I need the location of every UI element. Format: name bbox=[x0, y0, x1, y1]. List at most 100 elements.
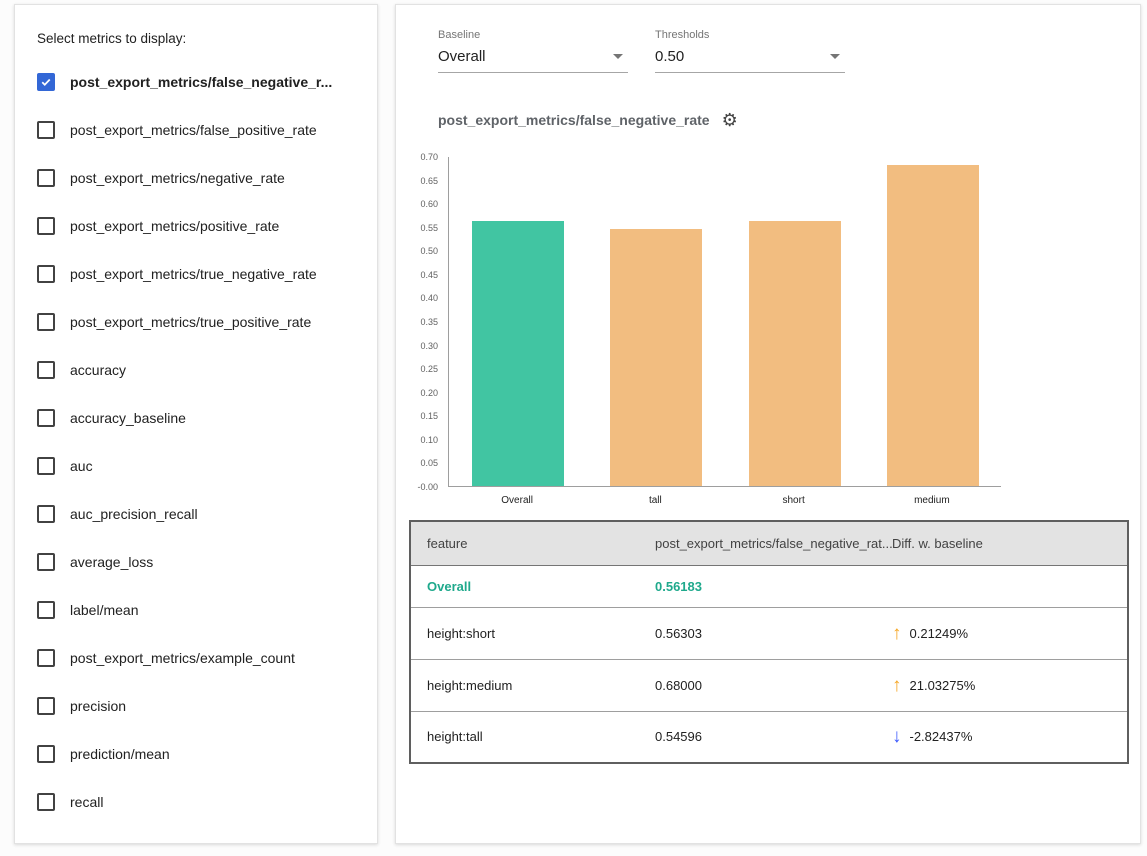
metric-item[interactable]: post_export_metrics/false_positive_rate bbox=[35, 106, 357, 154]
checkbox-icon[interactable] bbox=[37, 793, 55, 811]
metric-label: accuracy_baseline bbox=[70, 410, 186, 426]
metrics-table: featurepost_export_metrics/false_negativ… bbox=[409, 520, 1129, 764]
checkbox-icon[interactable] bbox=[37, 361, 55, 379]
metric-item[interactable]: post_export_metrics/positive_rate bbox=[35, 202, 357, 250]
metric-label: average_loss bbox=[70, 554, 153, 570]
feature-cell: Overall bbox=[410, 565, 639, 607]
metric-label: post_export_metrics/true_negative_rate bbox=[70, 266, 317, 282]
thresholds-value: 0.50 bbox=[655, 48, 684, 65]
diff-indicator: ↓ -2.82437% bbox=[892, 727, 972, 746]
metric-item[interactable]: precision bbox=[35, 682, 357, 730]
metric-selector-panel: Select metrics to display: post_export_m… bbox=[14, 4, 378, 844]
x-tick-label: tall bbox=[586, 495, 724, 506]
table-header-cell: post_export_metrics/false_negative_rat..… bbox=[639, 521, 876, 565]
chevron-down-icon bbox=[613, 54, 623, 59]
metric-label: auc_precision_recall bbox=[70, 506, 198, 522]
table-row[interactable]: height:short0.56303↑0.21249% bbox=[410, 607, 1128, 659]
y-tick-label: 0.60 bbox=[420, 200, 438, 209]
metric-selector-title: Select metrics to display: bbox=[37, 31, 357, 46]
bar-tall[interactable] bbox=[610, 229, 702, 486]
gear-icon[interactable]: ⚙ bbox=[722, 111, 738, 129]
bar-Overall[interactable] bbox=[472, 221, 564, 486]
metric-label: post_export_metrics/positive_rate bbox=[70, 218, 279, 234]
plot-area bbox=[448, 157, 1001, 487]
checkbox-icon[interactable] bbox=[37, 457, 55, 475]
checkbox-icon[interactable] bbox=[37, 745, 55, 763]
bar-chart: 0.700.650.600.550.500.450.400.350.300.25… bbox=[396, 145, 1142, 517]
checkbox-icon[interactable] bbox=[37, 313, 55, 331]
checkbox-icon[interactable] bbox=[37, 409, 55, 427]
diff-value: 21.03275% bbox=[910, 678, 976, 693]
checkbox-icon[interactable] bbox=[37, 505, 55, 523]
table-row[interactable]: height:tall0.54596 ↓ -2.82437% bbox=[410, 711, 1128, 763]
chart-header: post_export_metrics/false_negative_rate … bbox=[438, 111, 738, 129]
metric-label: label/mean bbox=[70, 602, 139, 618]
results-panel: Baseline Overall Thresholds 0.50 post_ex… bbox=[395, 4, 1141, 844]
metric-item[interactable]: post_export_metrics/true_negative_rate bbox=[35, 250, 357, 298]
table-header-row: featurepost_export_metrics/false_negativ… bbox=[410, 521, 1128, 565]
diff-cell: ↑0.21249% bbox=[876, 607, 1128, 659]
metric-item[interactable]: recall bbox=[35, 778, 357, 826]
chevron-down-icon bbox=[830, 54, 840, 59]
feature-cell: height:medium bbox=[410, 659, 639, 711]
checkbox-icon[interactable] bbox=[37, 697, 55, 715]
check-icon bbox=[40, 76, 52, 88]
y-tick-label: 0.15 bbox=[420, 412, 438, 421]
metric-item[interactable]: accuracy_baseline bbox=[35, 394, 357, 442]
diff-cell: ↓ -2.82437% bbox=[876, 711, 1128, 763]
checkbox-icon[interactable] bbox=[37, 601, 55, 619]
metric-label: precision bbox=[70, 698, 126, 714]
baseline-dropdown[interactable]: Baseline Overall bbox=[438, 29, 628, 73]
metric-item[interactable]: label/mean bbox=[35, 586, 357, 634]
checkbox-icon[interactable] bbox=[37, 553, 55, 571]
metric-item[interactable]: auc_precision_recall bbox=[35, 490, 357, 538]
metric-label: recall bbox=[70, 794, 103, 810]
feature-cell: height:tall bbox=[410, 711, 639, 763]
checkbox-icon[interactable] bbox=[37, 265, 55, 283]
value-cell: 0.56183 bbox=[639, 565, 876, 607]
checkbox-icon[interactable] bbox=[37, 217, 55, 235]
diff-value: -2.82437% bbox=[910, 729, 973, 744]
table-header-cell: Diff. w. baseline bbox=[876, 521, 1128, 565]
metric-item[interactable]: post_export_metrics/example_count bbox=[35, 634, 357, 682]
table-header-cell: feature bbox=[410, 521, 639, 565]
metric-label: post_export_metrics/false_negative_r... bbox=[70, 74, 332, 90]
down-arrow-icon: ↓ bbox=[892, 727, 902, 746]
bar-medium[interactable] bbox=[887, 165, 979, 486]
y-tick-label: 0.05 bbox=[420, 459, 438, 468]
metric-item[interactable]: prediction/mean bbox=[35, 730, 357, 778]
value-cell: 0.68000 bbox=[639, 659, 876, 711]
y-tick-label: 0.10 bbox=[420, 436, 438, 445]
diff-indicator: ↑ 21.03275% bbox=[892, 676, 975, 695]
metric-item[interactable]: post_export_metrics/negative_rate bbox=[35, 154, 357, 202]
checkbox-icon[interactable] bbox=[37, 169, 55, 187]
metrics-list: post_export_metrics/false_negative_r...p… bbox=[35, 58, 357, 826]
metric-item[interactable]: auc bbox=[35, 442, 357, 490]
table-row[interactable]: height:medium0.68000 ↑ 21.03275% bbox=[410, 659, 1128, 711]
bar-short[interactable] bbox=[749, 221, 841, 486]
checkbox-checked-icon[interactable] bbox=[37, 73, 55, 91]
metric-label: auc bbox=[70, 458, 93, 474]
y-tick-label: 0.25 bbox=[420, 365, 438, 374]
baseline-label: Baseline bbox=[438, 29, 628, 41]
diff-cell bbox=[876, 565, 1128, 607]
y-tick-label: 0.20 bbox=[420, 389, 438, 398]
diff-cell: ↑ 21.03275% bbox=[876, 659, 1128, 711]
baseline-value: Overall bbox=[438, 48, 486, 65]
table-row[interactable]: Overall0.56183 bbox=[410, 565, 1128, 607]
metric-item[interactable]: post_export_metrics/true_positive_rate bbox=[35, 298, 357, 346]
metric-item[interactable]: average_loss bbox=[35, 538, 357, 586]
y-tick-label: 0.55 bbox=[420, 224, 438, 233]
thresholds-dropdown[interactable]: Thresholds 0.50 bbox=[655, 29, 845, 73]
value-cell: 0.56303 bbox=[639, 607, 876, 659]
diff-indicator: ↑0.21249% bbox=[892, 624, 968, 643]
value-cell: 0.54596 bbox=[639, 711, 876, 763]
checkbox-icon[interactable] bbox=[37, 649, 55, 667]
diff-value: 0.21249% bbox=[910, 626, 969, 641]
thresholds-label: Thresholds bbox=[655, 29, 845, 41]
checkbox-icon[interactable] bbox=[37, 121, 55, 139]
up-arrow-icon: ↑ bbox=[892, 676, 902, 695]
metric-item[interactable]: accuracy bbox=[35, 346, 357, 394]
metric-item[interactable]: post_export_metrics/false_negative_r... bbox=[35, 58, 357, 106]
metric-label: post_export_metrics/example_count bbox=[70, 650, 295, 666]
